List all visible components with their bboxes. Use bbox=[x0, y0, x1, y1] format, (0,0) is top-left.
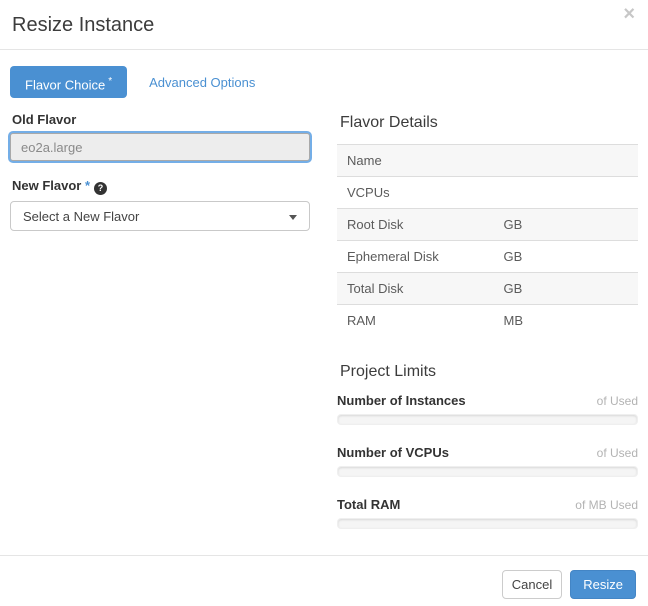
project-limits-section: Project Limits Number of Instances of Us… bbox=[337, 363, 638, 529]
detail-label: Name bbox=[337, 145, 494, 177]
progress-bar-ram bbox=[337, 518, 638, 529]
table-row: Name bbox=[337, 145, 638, 177]
tab-flavor-choice-label: Flavor Choice bbox=[25, 77, 105, 92]
detail-value: GB bbox=[494, 273, 638, 305]
modal-footer: Cancel Resize bbox=[0, 555, 648, 599]
detail-value bbox=[494, 177, 638, 209]
new-flavor-selected-value: Select a New Flavor bbox=[23, 209, 139, 224]
detail-value bbox=[494, 145, 638, 177]
limit-label: Number of Instances bbox=[337, 393, 466, 408]
detail-label: Total Disk bbox=[337, 273, 494, 305]
flavor-form: Old Flavor New Flavor *? Select a New Fl… bbox=[10, 112, 310, 549]
detail-value: GB bbox=[494, 209, 638, 241]
progress-bar-vcpus bbox=[337, 466, 638, 477]
help-icon[interactable]: ? bbox=[94, 182, 107, 195]
old-flavor-label: Old Flavor bbox=[12, 112, 310, 127]
limit-label: Number of VCPUs bbox=[337, 445, 449, 460]
table-row: Ephemeral Disk GB bbox=[337, 241, 638, 273]
project-limits-heading: Project Limits bbox=[340, 363, 638, 381]
limit-label: Total RAM bbox=[337, 497, 400, 512]
limit-usage: of MB Used bbox=[575, 498, 638, 512]
limit-item-ram: Total RAM of MB Used bbox=[337, 497, 638, 529]
flavor-details-heading: Flavor Details bbox=[340, 114, 638, 132]
details-panel: Flavor Details Name VCPUs Root Disk GB bbox=[337, 112, 638, 549]
required-asterisk: * bbox=[85, 178, 90, 193]
table-row: RAM MB bbox=[337, 305, 638, 337]
tab-bar: Flavor Choice* Advanced Options bbox=[10, 66, 638, 98]
new-flavor-select[interactable]: Select a New Flavor bbox=[10, 201, 310, 231]
modal-body: Flavor Choice* Advanced Options Old Flav… bbox=[0, 50, 648, 549]
limit-item-vcpus: Number of VCPUs of Used bbox=[337, 445, 638, 477]
resize-button[interactable]: Resize bbox=[570, 570, 636, 599]
tab-advanced-options[interactable]: Advanced Options bbox=[149, 75, 255, 90]
page-title: Resize Instance bbox=[12, 10, 633, 40]
detail-label: Ephemeral Disk bbox=[337, 241, 494, 273]
cancel-button[interactable]: Cancel bbox=[502, 570, 562, 599]
flavor-details-table: Name VCPUs Root Disk GB Ephemeral Disk G… bbox=[337, 144, 638, 336]
modal-header: Resize Instance × bbox=[0, 0, 648, 50]
detail-label: RAM bbox=[337, 305, 494, 337]
required-asterisk: * bbox=[108, 76, 112, 87]
limit-usage: of Used bbox=[597, 394, 638, 408]
old-flavor-input[interactable] bbox=[10, 133, 310, 161]
detail-value: MB bbox=[494, 305, 638, 337]
detail-value: GB bbox=[494, 241, 638, 273]
limit-usage: of Used bbox=[597, 446, 638, 460]
tab-flavor-choice[interactable]: Flavor Choice* bbox=[10, 66, 127, 98]
table-row: Total Disk GB bbox=[337, 273, 638, 305]
new-flavor-label: New Flavor *? bbox=[12, 178, 310, 195]
table-row: Root Disk GB bbox=[337, 209, 638, 241]
detail-label: VCPUs bbox=[337, 177, 494, 209]
chevron-down-icon bbox=[289, 215, 297, 220]
progress-bar-instances bbox=[337, 414, 638, 425]
detail-label: Root Disk bbox=[337, 209, 494, 241]
limit-item-instances: Number of Instances of Used bbox=[337, 393, 638, 425]
close-icon[interactable]: × bbox=[623, 4, 635, 24]
table-row: VCPUs bbox=[337, 177, 638, 209]
